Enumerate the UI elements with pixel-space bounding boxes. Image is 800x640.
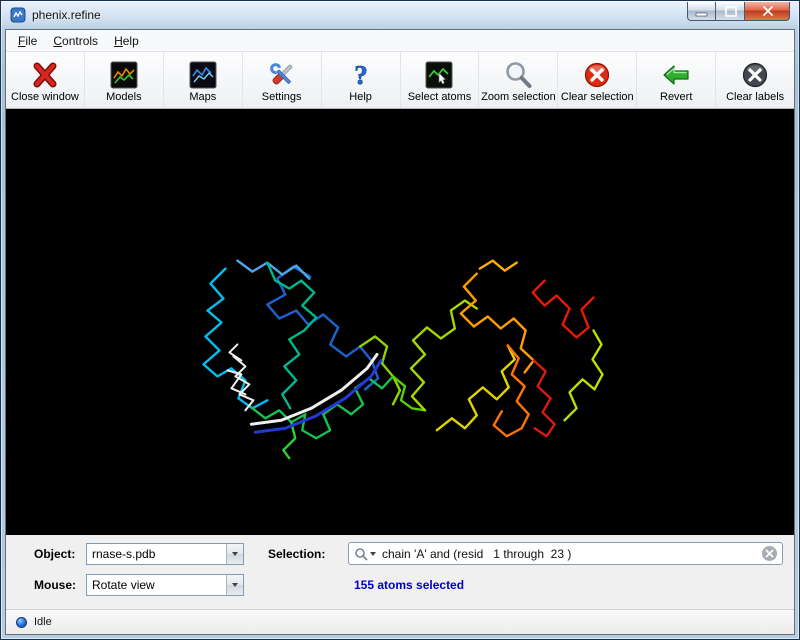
toolbar-revert[interactable]: Revert	[637, 52, 716, 108]
toolbar-label: Maps	[189, 91, 216, 103]
clear-labels-icon	[740, 60, 770, 90]
app-window: phenix.refine File Controls	[0, 0, 800, 640]
mouse-dropdown[interactable]: Rotate view	[86, 574, 244, 596]
toolbar-label: Models	[106, 91, 141, 103]
client-area: File Controls Help Close window	[5, 29, 795, 635]
object-dropdown-button[interactable]	[226, 544, 243, 564]
mouse-row: Mouse: Rotate view 155 atoms selected	[16, 574, 784, 596]
status-bar: Idle	[6, 609, 794, 634]
clear-selection-icon	[582, 60, 612, 90]
mouse-dropdown-button[interactable]	[226, 575, 243, 595]
menu-file[interactable]: File	[10, 32, 45, 50]
object-dropdown-value: rnase-s.pdb	[87, 544, 226, 564]
title-bar[interactable]: phenix.refine	[1, 1, 799, 29]
close-button[interactable]	[745, 2, 790, 21]
zoom-selection-icon	[503, 60, 533, 90]
toolbar-label: Zoom selection	[481, 91, 556, 103]
clear-search-button[interactable]	[762, 546, 777, 561]
menu-controls[interactable]: Controls	[45, 32, 106, 50]
object-selection-row: Object: rnase-s.pdb Selection: chain 'A'…	[16, 542, 784, 565]
search-icon	[354, 547, 368, 561]
toolbar-maps[interactable]: Maps	[164, 52, 243, 108]
chevron-down-icon	[232, 552, 238, 556]
minimize-button[interactable]	[687, 2, 716, 21]
maximize-button[interactable]	[716, 2, 745, 21]
toolbar-help[interactable]: ? Help	[322, 52, 401, 108]
toolbar-label: Settings	[262, 91, 302, 103]
status-led-icon	[16, 617, 27, 628]
toolbar-label: Help	[349, 91, 372, 103]
toolbar-models[interactable]: Models	[85, 52, 164, 108]
toolbar-close-window[interactable]: Close window	[6, 52, 85, 108]
toolbar-clear-selection[interactable]: Clear selection	[558, 52, 637, 108]
window-title: phenix.refine	[32, 8, 101, 22]
mouse-label: Mouse:	[34, 578, 86, 592]
caption-buttons	[687, 2, 790, 21]
status-text: Idle	[34, 616, 52, 628]
close-window-icon	[30, 60, 60, 90]
menu-help[interactable]: Help	[106, 32, 147, 50]
toolbar-label: Clear selection	[561, 91, 634, 103]
maximize-icon	[718, 4, 743, 19]
clear-icon	[765, 549, 774, 558]
toolbar-label: Clear labels	[726, 91, 784, 103]
toolbar-zoom-selection[interactable]: Zoom selection	[479, 52, 558, 108]
toolbar-clear-labels[interactable]: Clear labels	[716, 52, 794, 108]
selection-input[interactable]: chain 'A' and (resid 1 through 23 )	[348, 542, 783, 565]
toolbar: Close window Models	[6, 52, 794, 109]
chevron-down-icon	[232, 583, 238, 587]
toolbar-label: Close window	[11, 91, 79, 103]
object-dropdown[interactable]: rnase-s.pdb	[86, 543, 244, 565]
settings-icon	[267, 60, 297, 90]
maps-icon	[188, 60, 218, 90]
selection-input-value: chain 'A' and (resid 1 through 23 )	[376, 547, 762, 561]
phenix-app-icon	[10, 7, 26, 23]
svg-text:?: ?	[354, 60, 368, 90]
mouse-dropdown-value: Rotate view	[87, 575, 226, 595]
molecule-render	[6, 109, 794, 535]
toolbar-settings[interactable]: Settings	[243, 52, 322, 108]
selection-label: Selection:	[268, 547, 348, 561]
toolbar-select-atoms[interactable]: Select atoms	[401, 52, 480, 108]
minimize-icon	[689, 4, 714, 19]
toolbar-label: Revert	[660, 91, 692, 103]
select-atoms-icon	[424, 60, 454, 90]
revert-icon	[661, 60, 691, 90]
models-icon	[109, 60, 139, 90]
close-icon	[755, 4, 780, 19]
atoms-selected-count: 155 atoms selected	[354, 578, 464, 592]
help-icon: ?	[346, 60, 376, 90]
molecule-viewport[interactable]	[6, 109, 794, 535]
control-panel: Object: rnase-s.pdb Selection: chain 'A'…	[6, 535, 794, 609]
menu-bar: File Controls Help	[6, 30, 794, 52]
toolbar-label: Select atoms	[408, 91, 472, 103]
object-label: Object:	[34, 547, 86, 561]
